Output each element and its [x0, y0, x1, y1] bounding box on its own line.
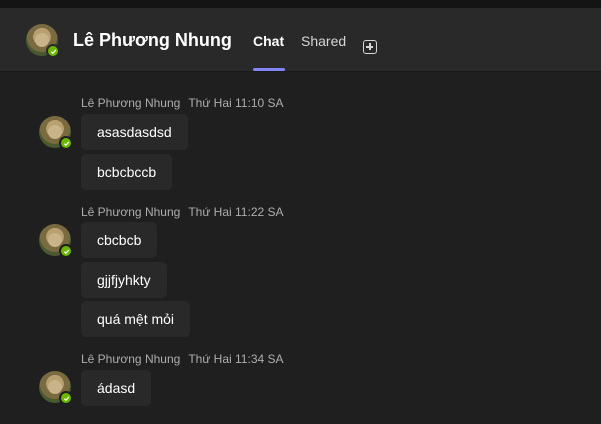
- message-meta: Lê Phương Nhung Thứ Hai 11:22 SA: [81, 205, 284, 219]
- message-bubble[interactable]: gjjfjyhkty: [81, 262, 167, 298]
- avatar[interactable]: [39, 371, 73, 405]
- tab-shared[interactable]: Shared: [301, 33, 346, 49]
- window-top-strip: [0, 0, 601, 8]
- sender-name: Lê Phương Nhung: [81, 96, 181, 110]
- message-bubble[interactable]: quá mệt mỏi: [81, 301, 191, 337]
- message-list: Lê Phương Nhung Thứ Hai 11:10 SA asasdasd…: [0, 72, 601, 424]
- message-timestamp: Thứ Hai 11:22 SA: [188, 205, 284, 219]
- presence-available-icon: [59, 391, 73, 405]
- message-bubble[interactable]: asasdasdsd: [81, 114, 188, 150]
- chat-title[interactable]: Lê Phương Nhung: [73, 30, 232, 51]
- active-tab-indicator: [253, 68, 285, 71]
- avatar-image: [48, 233, 62, 247]
- sender-name: Lê Phương Nhung: [81, 205, 181, 219]
- avatar-image: [35, 33, 49, 47]
- avatar[interactable]: [39, 116, 73, 150]
- message-bubble[interactable]: cbcbcb: [81, 222, 158, 258]
- presence-available-icon: [46, 44, 60, 58]
- message-timestamp: Thứ Hai 11:10 SA: [188, 96, 284, 110]
- avatar-image: [48, 380, 62, 394]
- message-meta: Lê Phương Nhung Thứ Hai 11:10 SA: [81, 96, 284, 110]
- add-tab-icon[interactable]: [363, 40, 377, 54]
- message-bubble[interactable]: bcbcbccb: [81, 154, 173, 190]
- avatar[interactable]: [39, 224, 73, 258]
- chat-header: Lê Phương Nhung Chat Shared: [0, 8, 601, 72]
- tab-chat[interactable]: Chat: [253, 33, 284, 49]
- avatar-image: [48, 125, 62, 139]
- presence-available-icon: [59, 244, 73, 258]
- presence-available-icon: [59, 136, 73, 150]
- sender-name: Lê Phương Nhung: [81, 352, 181, 366]
- message-meta: Lê Phương Nhung Thứ Hai 11:34 SA: [81, 352, 284, 366]
- message-timestamp: Thứ Hai 11:34 SA: [188, 352, 284, 366]
- message-bubble[interactable]: ádasd: [81, 370, 152, 406]
- avatar[interactable]: [26, 24, 60, 58]
